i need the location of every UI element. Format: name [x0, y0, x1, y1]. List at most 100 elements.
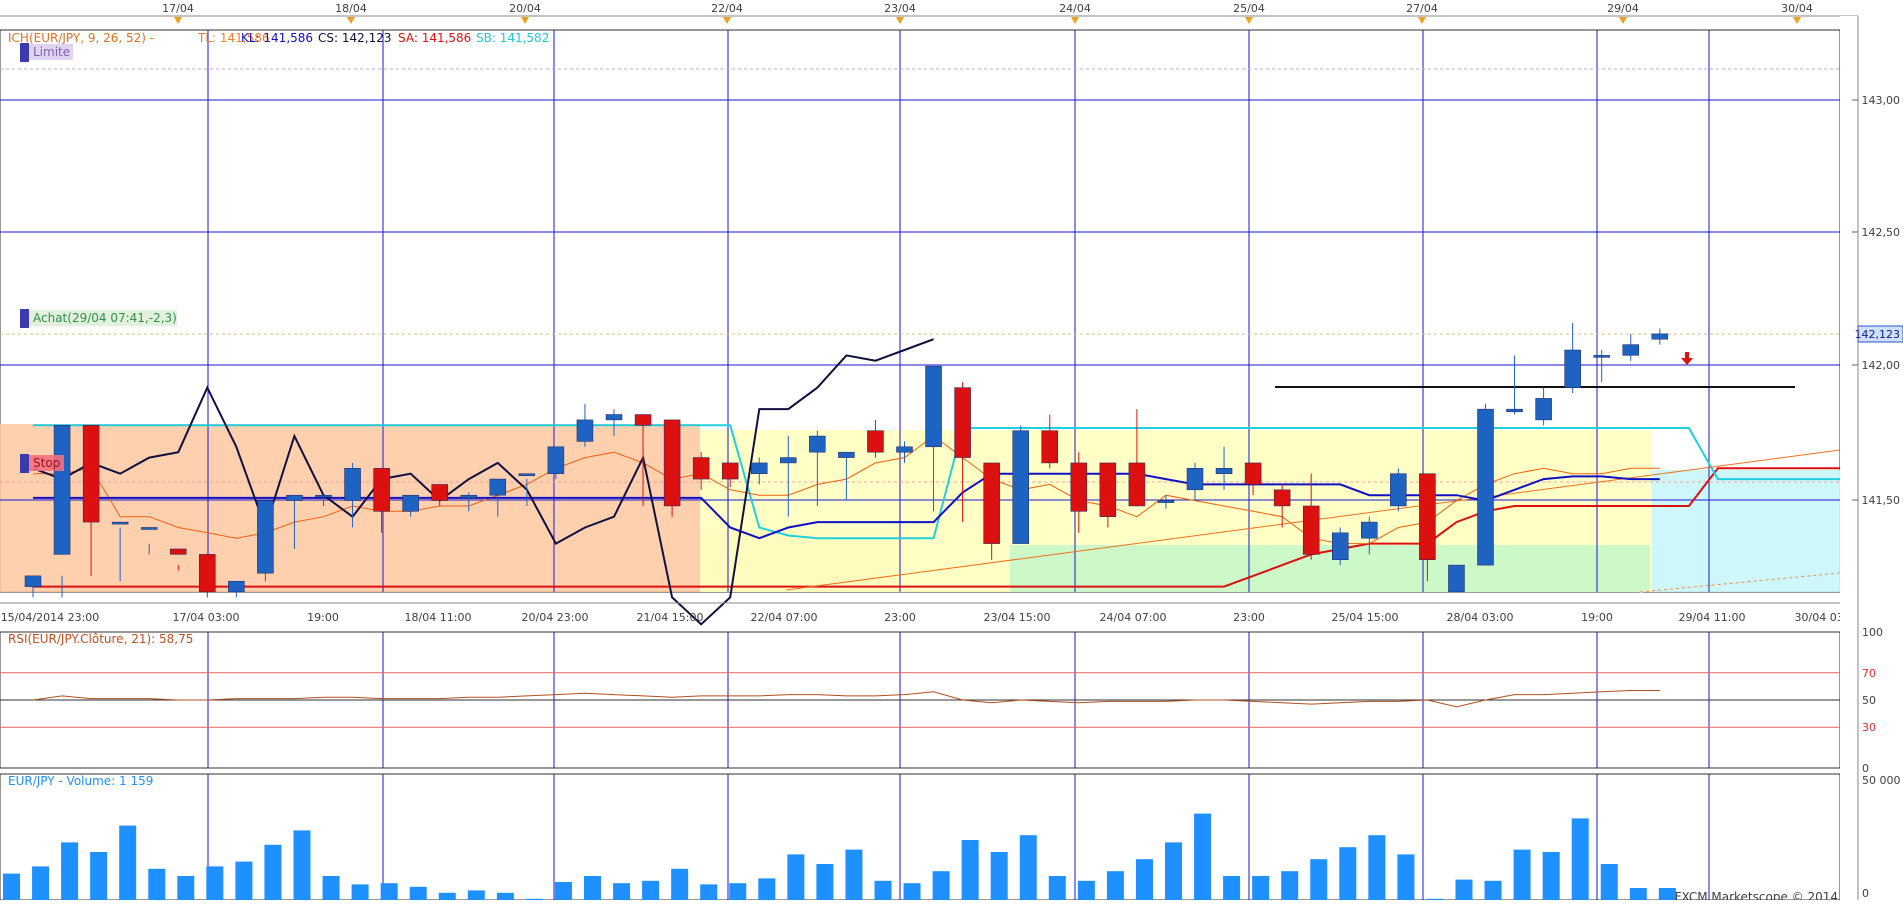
- stop-order-label: Stop: [33, 456, 60, 470]
- bull-candle: [257, 500, 274, 574]
- volume-bar: [584, 876, 601, 900]
- bear-candle: [867, 430, 884, 453]
- volume-bar: [351, 884, 369, 900]
- volume-bar: [1339, 847, 1357, 900]
- kumo-cloud: [1010, 545, 1650, 592]
- bear-candle: [1099, 462, 1117, 517]
- volume-bar: [903, 883, 921, 900]
- volume-bar: [1484, 880, 1502, 900]
- bull-candle: [53, 425, 71, 555]
- bear-candle: [663, 419, 681, 507]
- bear-candle: [1419, 473, 1436, 560]
- price-tick-label: 143,00: [1862, 94, 1901, 107]
- volume-bar: [177, 876, 195, 900]
- volume-bar: [1077, 880, 1095, 900]
- volume-bar: [642, 880, 660, 900]
- volume-bar: [1600, 864, 1618, 900]
- bull-candle: [896, 446, 913, 453]
- volume-bar: [1165, 842, 1182, 900]
- bull-candle: [140, 527, 158, 530]
- watermark: FXCM Marketscope © 2014: [1675, 890, 1838, 900]
- volume-tick-label: 50 000: [1862, 774, 1901, 787]
- bear-candle: [1041, 430, 1058, 464]
- rsi-panel[interactable]: [0, 631, 1841, 769]
- price-tick-label: 142,00: [1862, 359, 1901, 372]
- time-label: 23:00: [884, 611, 916, 624]
- sa-legend: SA: 141,586: [398, 31, 471, 45]
- time-label: 19:00: [1581, 611, 1613, 624]
- volume-bar: [235, 861, 253, 900]
- bull-candle: [1448, 564, 1465, 593]
- bull-candle: [1215, 468, 1233, 474]
- bull-candle: [809, 435, 826, 453]
- time-label: 21/04 15:00: [637, 611, 704, 624]
- top-date-label: 23/04: [884, 2, 916, 15]
- buy-order-marker[interactable]: [20, 309, 29, 328]
- bull-candle: [24, 575, 42, 587]
- bull-candle: [518, 473, 536, 476]
- volume-bar: [61, 842, 79, 900]
- volume-bar: [1019, 835, 1037, 900]
- bull-candle: [1535, 398, 1552, 421]
- bull-candle: [1593, 355, 1610, 358]
- price-tick-label: 141,50: [1862, 494, 1901, 507]
- stop-order-marker[interactable]: [20, 454, 29, 473]
- volume-bar: [1252, 876, 1270, 900]
- bear-candle: [199, 554, 216, 593]
- bull-candle: [605, 414, 623, 421]
- top-date-label: 17/04: [162, 2, 194, 15]
- ich-legend: ICH(EUR/JPY, 9, 26, 52) -: [8, 31, 154, 45]
- volume-legend: EUR/JPY - Volume: 1 159: [8, 774, 153, 788]
- top-date-label: 20/04: [509, 2, 541, 15]
- volume-bar: [1281, 871, 1299, 900]
- bull-candle: [315, 494, 332, 498]
- volume-bar: [845, 849, 863, 900]
- volume-bar: [264, 844, 282, 900]
- rsi-tick-label: 70: [1862, 667, 1876, 680]
- volume-bar: [961, 840, 979, 900]
- price-chart-window[interactable]: 17/04 18/04 20/04 22/04 23/04 24/04 25/04 27/04…: [0, 0, 1903, 904]
- bull-candle: [547, 446, 565, 474]
- time-label: 19:00: [307, 611, 339, 624]
- bull-candle: [1012, 430, 1029, 544]
- price-tick-label: 142,50: [1862, 226, 1901, 239]
- volume-tick-label: 0: [1862, 887, 1869, 900]
- volume-bar: [932, 871, 950, 900]
- volume-bar: [148, 868, 166, 900]
- bear-candle: [431, 484, 448, 501]
- time-label: 22/04 07:00: [751, 611, 818, 624]
- bull-candle: [576, 419, 594, 442]
- volume-bar: [3, 873, 20, 900]
- volume-bar: [816, 864, 834, 900]
- limit-order-marker[interactable]: [20, 43, 29, 62]
- bear-candle: [1302, 505, 1320, 555]
- volume-bar: [700, 884, 718, 900]
- current-price-label: 142,123: [1855, 328, 1901, 341]
- volume-bar: [32, 866, 50, 900]
- volume-bar: [438, 892, 456, 900]
- bull-candle: [1361, 521, 1378, 539]
- volume-bar: [496, 892, 514, 900]
- time-label: 24/04 07:00: [1100, 611, 1167, 624]
- bull-candle: [1390, 473, 1407, 507]
- limit-order-label: Limite: [33, 45, 70, 59]
- rsi-tick-label: 30: [1862, 721, 1876, 734]
- bull-candle: [1564, 349, 1581, 388]
- bull-candle: [751, 462, 768, 474]
- top-date-label: 18/04: [335, 2, 367, 15]
- volume-bar: [409, 886, 427, 900]
- rsi-legend: RSI(EUR/JPY.Clôture, 21): 58,75: [8, 632, 193, 646]
- volume-panel[interactable]: [0, 773, 1841, 901]
- bear-candle: [170, 548, 187, 555]
- time-label: 20/04 23:00: [522, 611, 589, 624]
- volume-bar: [467, 890, 485, 900]
- top-date-label: 29/04: [1607, 2, 1639, 15]
- volume-bar: [322, 876, 340, 900]
- volume-bar: [874, 880, 892, 900]
- top-date-label: 27/04: [1406, 2, 1438, 15]
- price-panel[interactable]: [0, 29, 1864, 626]
- volume-bar: [671, 868, 689, 900]
- bear-candle: [954, 387, 971, 458]
- bull-candle: [780, 457, 797, 464]
- volume-bar: [1513, 849, 1531, 900]
